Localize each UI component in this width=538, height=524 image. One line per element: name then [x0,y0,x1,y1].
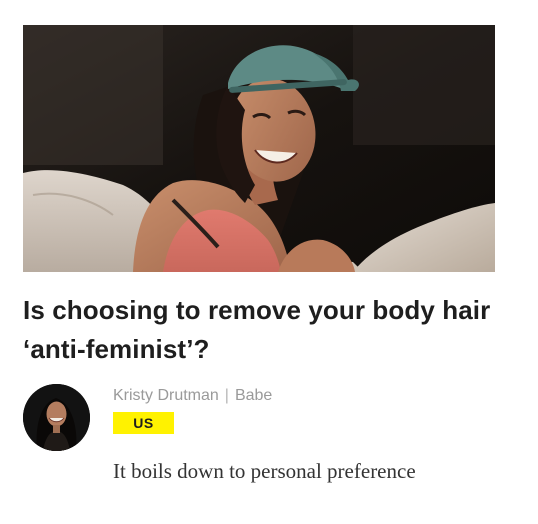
region-badge[interactable]: US [113,412,174,434]
hero-photo [23,25,495,272]
byline-separator: | [224,387,229,404]
article-title[interactable]: Is choosing to remove your body hair ‘an… [23,291,503,369]
author-name[interactable]: Kristy Drutman [113,387,219,404]
author-avatar[interactable] [23,384,90,451]
byline: Kristy Drutman | Babe [113,386,272,406]
hero-image[interactable] [23,25,495,272]
article-subtitle: It boils down to personal preference [113,459,416,483]
avatar-photo [23,384,90,451]
publication-name[interactable]: Babe [235,387,272,404]
article-card[interactable]: Is choosing to remove your body hair ‘an… [23,25,495,483]
author-row: Kristy Drutman | Babe US It boils down to … [23,384,495,484]
